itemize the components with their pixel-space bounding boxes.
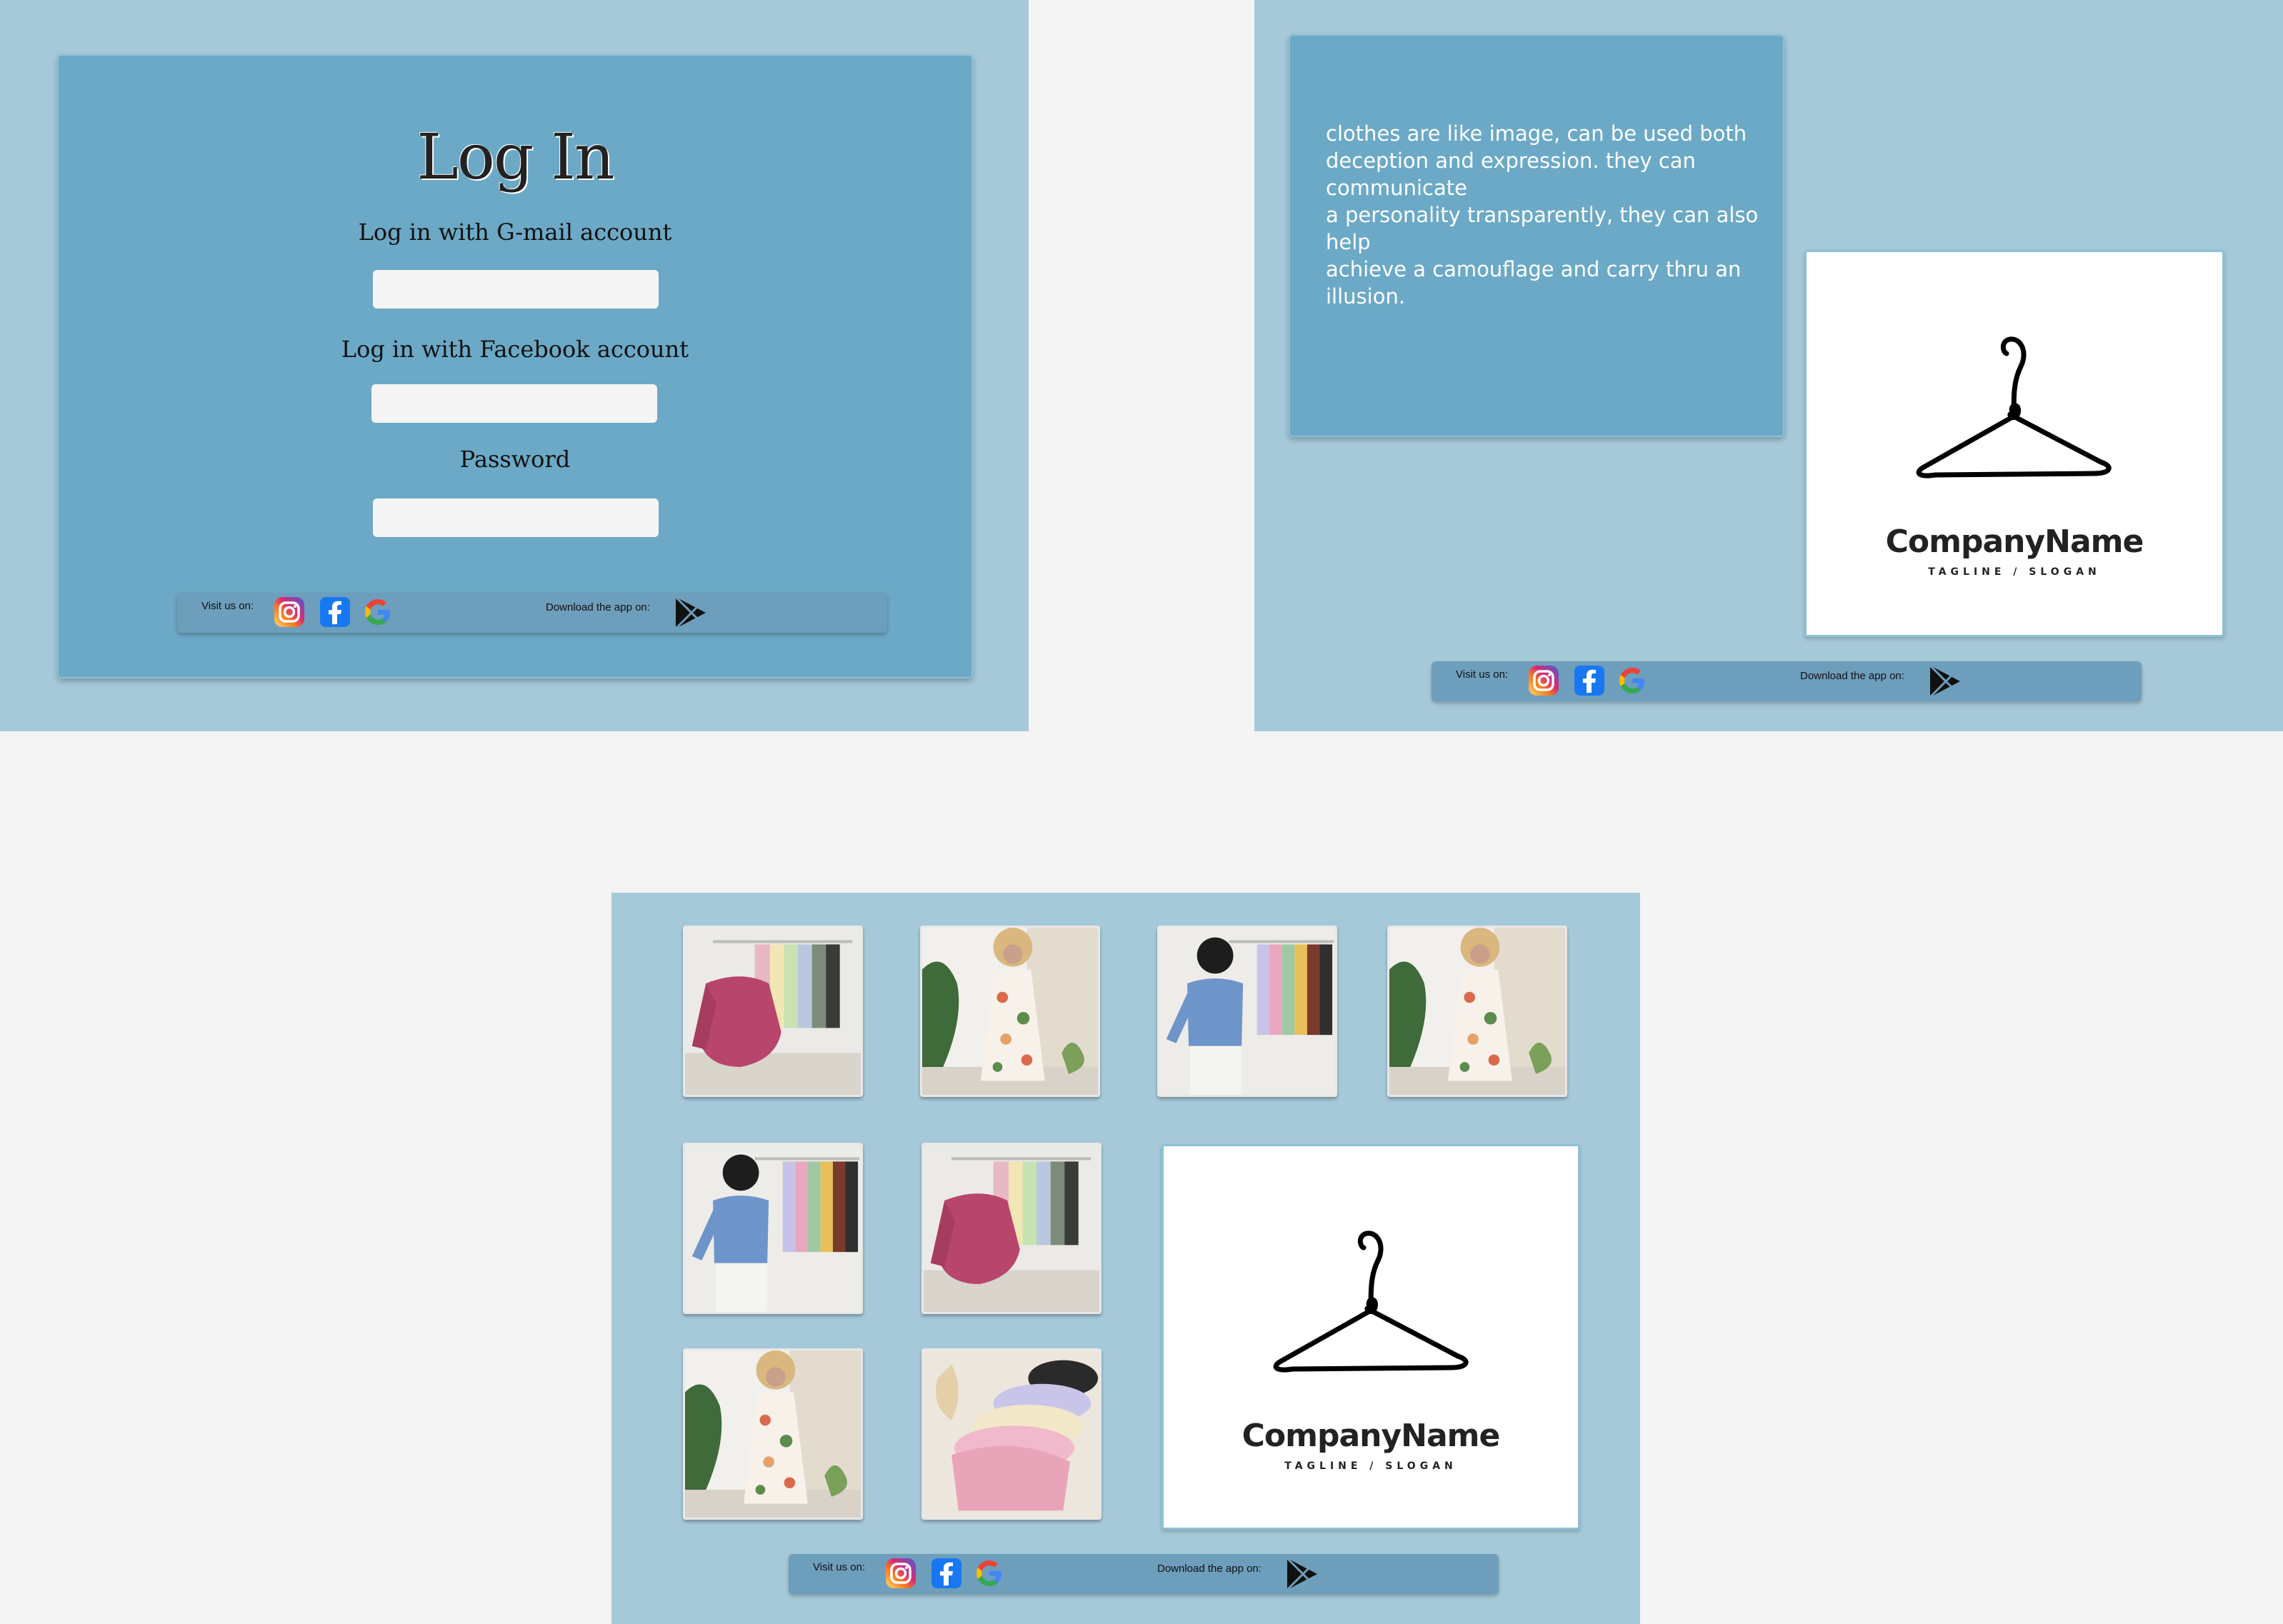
instagram-icon[interactable] (884, 1557, 917, 1590)
company-tagline: TAGLINE / SLOGAN (1928, 566, 2101, 578)
visit-us-label: Visit us on: (201, 600, 254, 612)
footer-bar: Visit us on: Download the app on: (1432, 661, 2142, 701)
about-screen: clothes are like image, can be used both… (1254, 0, 2283, 731)
instagram-icon[interactable] (1527, 664, 1560, 697)
about-text: clothes are like image, can be used both… (1326, 121, 1759, 309)
company-logo-card: CompanyName TAGLINE / SLOGAN (1804, 250, 2224, 637)
gallery-photo[interactable] (683, 1143, 863, 1314)
gallery-photo[interactable] (921, 1348, 1101, 1520)
gallery-photo[interactable] (920, 926, 1100, 1097)
hanger-logo-icon (1907, 331, 2121, 488)
gmail-label: Log in with G-mail account (358, 219, 672, 246)
visit-us-label: Visit us on: (813, 1561, 866, 1573)
facebook-icon[interactable] (1573, 664, 1606, 697)
company-name: CompanyName (1885, 523, 2144, 560)
gallery-photo[interactable] (1387, 926, 1567, 1097)
play-store-icon[interactable] (673, 596, 709, 630)
instagram-icon[interactable] (273, 596, 306, 628)
company-name: CompanyName (1242, 1418, 1501, 1454)
hanger-logo-icon (1264, 1225, 1478, 1382)
play-store-icon[interactable] (1284, 1557, 1320, 1591)
download-app-label: Download the app on: (1800, 670, 1904, 682)
company-logo-card: CompanyName TAGLINE / SLOGAN (1162, 1144, 1580, 1530)
google-icon[interactable] (361, 596, 394, 628)
login-panel: Log In Log in with G-mail account Log in… (57, 54, 973, 678)
download-app-label: Download the app on: (1157, 1563, 1262, 1575)
footer-bar: Visit us on: Download the app on: (177, 593, 887, 633)
password-label: Password (459, 446, 571, 473)
login-screen: Log In Log in with G-mail account Log in… (0, 0, 1029, 731)
password-input[interactable] (373, 498, 659, 537)
facebook-icon[interactable] (930, 1557, 963, 1590)
gallery-photo[interactable] (683, 1348, 863, 1520)
google-icon[interactable] (973, 1557, 1006, 1590)
facebook-label: Log in with Facebook account (341, 336, 689, 363)
facebook-input[interactable] (371, 384, 657, 423)
gallery-photo[interactable] (1157, 926, 1337, 1097)
gmail-input[interactable] (373, 270, 659, 309)
company-tagline: TAGLINE / SLOGAN (1284, 1460, 1457, 1472)
page-title: Log In (416, 120, 614, 194)
gallery-photo[interactable] (921, 1143, 1101, 1314)
gallery-photo[interactable] (683, 926, 863, 1097)
download-app-label: Download the app on: (546, 601, 650, 613)
visit-us-label: Visit us on: (1456, 668, 1509, 681)
gallery-screen: CompanyName TAGLINE / SLOGAN Visit us on… (611, 893, 1640, 1624)
footer-bar: Visit us on: Download the app on: (789, 1554, 1499, 1594)
play-store-icon[interactable] (1927, 664, 1963, 698)
about-text-panel: clothes are like image, can be used both… (1289, 34, 1784, 437)
google-icon[interactable] (1616, 664, 1649, 697)
facebook-icon[interactable] (319, 596, 351, 628)
